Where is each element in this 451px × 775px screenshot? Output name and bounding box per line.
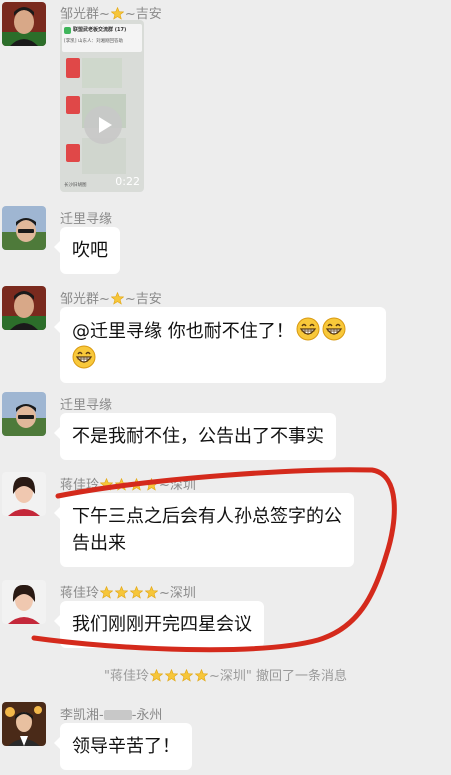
- star-icon: [130, 478, 143, 491]
- star-icon: [145, 478, 158, 491]
- sender-name: 迁里寻缘: [60, 398, 113, 413]
- video-app-title: 联盟武老板交流群 (17): [73, 27, 127, 33]
- thumbnail-red-tag: [66, 144, 80, 162]
- star-icon: [150, 669, 163, 682]
- avatar[interactable]: [2, 702, 46, 746]
- message-item: 李凯湘- -永州 领导辛苦了！: [0, 696, 451, 775]
- star-icon: [180, 669, 193, 682]
- video-duration: 0:22: [115, 175, 140, 188]
- avatar[interactable]: [2, 2, 46, 46]
- avatar[interactable]: [2, 286, 46, 330]
- avatar[interactable]: [2, 472, 46, 516]
- message-bubble[interactable]: 下午三点之后会有人孙总签字的公 告出来: [54, 493, 354, 567]
- video-preview-header: 联盟武老板交流群 (17) [李凯] 山东人：刘湘刚回答助: [62, 24, 142, 52]
- grin-emoji-icon: [72, 345, 96, 369]
- message-bubble[interactable]: 领导辛苦了！: [54, 723, 192, 770]
- message-item: 迁里寻缘 吹吧: [0, 200, 451, 280]
- star-icon: [165, 669, 178, 682]
- avatar[interactable]: [2, 206, 46, 250]
- message-item: 迁里寻缘 不是我耐不住，公告出了不事实: [0, 386, 451, 466]
- grin-emoji-icon: [322, 317, 346, 341]
- star-icon: [115, 586, 128, 599]
- message-item: 蒋佳玲 ~深圳 下午三点之后会有人孙总签字的公 告出来: [0, 466, 451, 574]
- message-bubble[interactable]: @迁里寻缘 你也耐不住了！: [54, 307, 386, 383]
- play-icon[interactable]: [84, 106, 122, 144]
- message-text-line: 告出来: [72, 533, 126, 554]
- star-icon: [130, 586, 143, 599]
- redacted-mark: [103, 710, 132, 720]
- star-icon: [100, 586, 113, 599]
- star-icon: [195, 669, 208, 682]
- sender-name: 邹光群~ ~吉安: [60, 292, 162, 307]
- video-preview-line: [李凯] 山东人：刘湘刚回答助: [64, 39, 123, 44]
- star-icon: [145, 586, 158, 599]
- avatar[interactable]: [2, 392, 46, 436]
- message-bubble[interactable]: 吹吧: [54, 227, 120, 274]
- star-icon: [115, 478, 128, 491]
- star-icon: [100, 478, 113, 491]
- message-bubble[interactable]: 我们刚刚开完四星会议: [54, 601, 264, 648]
- thumbnail-red-tag: [66, 58, 80, 78]
- message-text: @迁里寻缘 你也耐不住了！: [72, 321, 294, 342]
- thumbnail-red-tag: [66, 96, 80, 114]
- recalled-message-notice: "蒋佳玲 ~深圳" 撤回了一条消息: [104, 669, 347, 684]
- message-item: 蒋佳玲 ~深圳 我们刚刚开完四星会议: [0, 574, 451, 654]
- message-text-line: 下午三点之后会有人孙总签字的公: [72, 506, 342, 527]
- video-bottom-line: 长沙旧胡图: [64, 183, 87, 188]
- message-bubble[interactable]: 不是我耐不住，公告出了不事实: [54, 413, 336, 460]
- avatar[interactable]: [2, 580, 46, 624]
- sender-name: 李凯湘- -永州: [60, 708, 163, 723]
- star-icon: [111, 292, 124, 305]
- message-item: 邹光群~ ~吉安 联盟武老板交流群 (17) [李凯] 山东人：刘湘刚回答助 长沙…: [0, 0, 451, 200]
- grin-emoji-icon: [296, 317, 320, 341]
- sender-name: 迁里寻缘: [60, 212, 113, 227]
- thumbnail-block: [82, 58, 122, 88]
- star-icon: [111, 7, 124, 20]
- chat-app-icon: [64, 27, 71, 34]
- sender-name: 蒋佳玲 ~深圳: [60, 478, 196, 493]
- video-message[interactable]: 联盟武老板交流群 (17) [李凯] 山东人：刘湘刚回答助 长沙旧胡图 0:22: [60, 20, 144, 192]
- sender-name: 蒋佳玲 ~深圳: [60, 586, 196, 601]
- message-item: 邹光群~ ~吉安 @迁里寻缘 你也耐不住了！: [0, 280, 451, 386]
